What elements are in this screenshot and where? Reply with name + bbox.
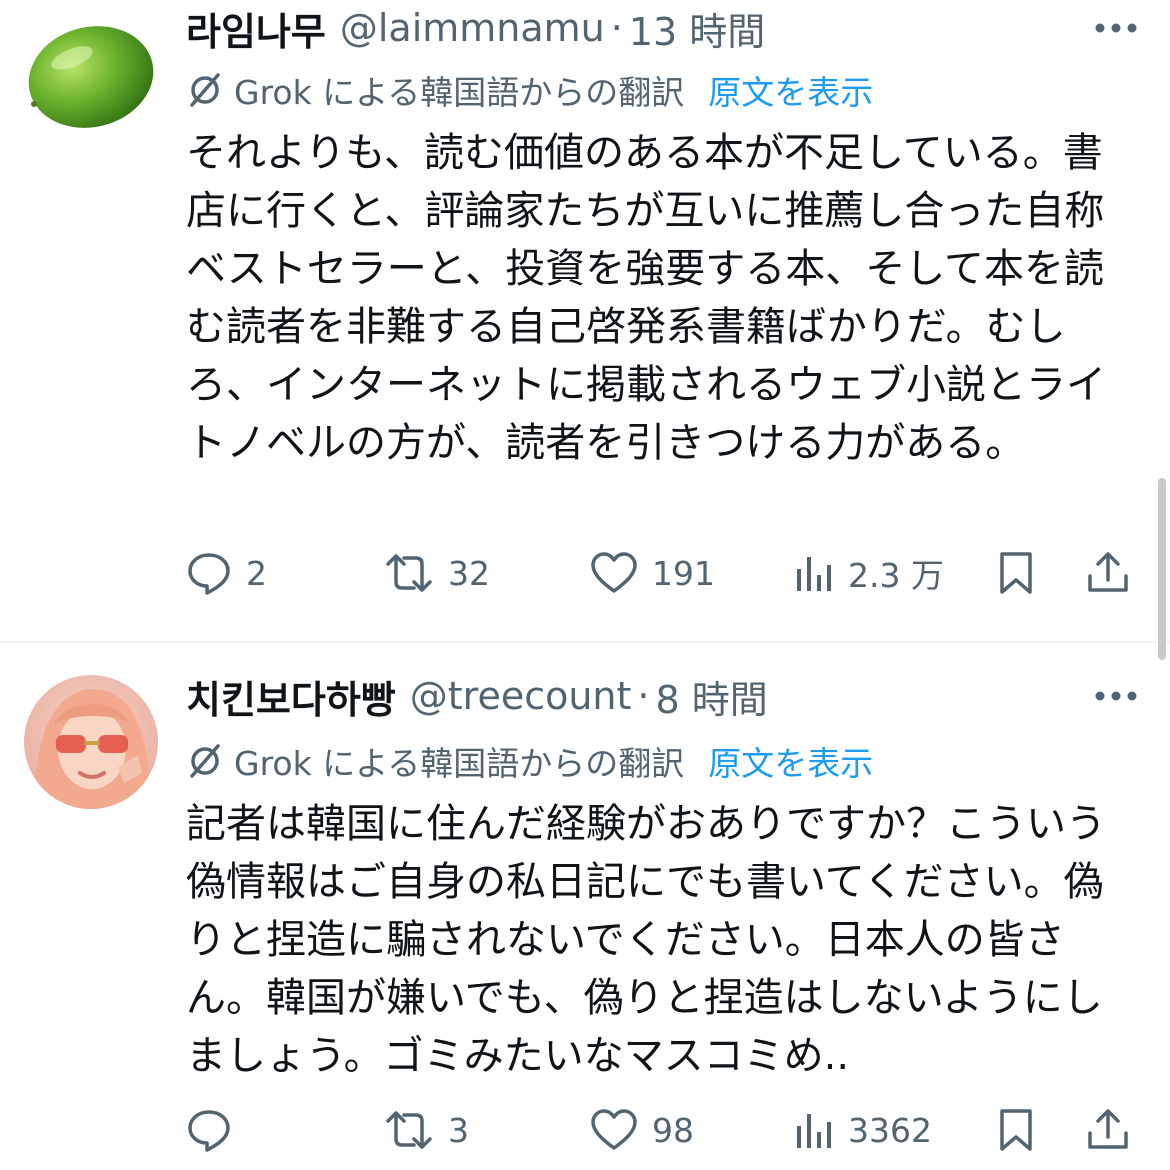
reply-icon (188, 1110, 230, 1152)
timestamp[interactable]: 8 時間 (656, 669, 768, 724)
repost-icon (386, 1111, 432, 1149)
reply-button[interactable]: 2 (186, 543, 267, 603)
display-name[interactable]: 라임나무 (186, 1, 326, 56)
tweet-header: 치킨보다하빵 @treecount · 8 時間 (186, 668, 768, 724)
bookmark-icon (1000, 552, 1032, 594)
show-original-link[interactable]: 原文を表示 (708, 737, 873, 785)
user-handle[interactable]: @treecount (410, 674, 632, 718)
like-button[interactable]: 191 (590, 543, 715, 603)
views-button[interactable]: 2.3 万 (794, 543, 944, 603)
bookmark-button[interactable] (996, 1100, 1036, 1160)
translation-label: Grok による韓国語からの翻訳 (234, 744, 685, 783)
repost-icon (386, 554, 432, 592)
action-bar: 3 98 3362 (186, 1100, 1146, 1160)
scrollbar-thumb[interactable] (1158, 478, 1166, 660)
share-button[interactable] (1086, 1100, 1130, 1160)
more-icon (1095, 23, 1137, 33)
like-count: 98 (652, 1110, 694, 1150)
translate-icon (190, 744, 220, 778)
reply-icon (188, 553, 230, 595)
repost-count: 32 (448, 553, 490, 593)
like-count: 191 (652, 553, 715, 593)
analytics-icon (797, 557, 831, 591)
separator-dot: · (637, 674, 650, 718)
avatar[interactable] (24, 675, 158, 809)
translation-label: Grok による韓国語からの翻訳 (234, 73, 685, 112)
tweet-header: 라임나무 @laimmnamu · 13 時間 (186, 0, 765, 56)
repost-button[interactable]: 3 (384, 1100, 469, 1160)
display-name[interactable]: 치킨보다하빵 (186, 669, 396, 724)
lime-icon (28, 26, 154, 128)
reply-button[interactable] (186, 1100, 246, 1160)
tweet-text: 記者は韓国に住んだ経験がおありですか？こういう偽情報はご自身の私日記にでも書いて… (186, 801, 1106, 1079)
heart-icon (591, 552, 637, 593)
more-options-button[interactable] (1086, 676, 1146, 716)
action-bar: 2 32 191 2.3 万 (186, 543, 1146, 603)
separator-dot: · (610, 6, 623, 50)
bookmark-icon (1000, 1109, 1032, 1151)
view-count: 3362 (848, 1110, 932, 1150)
translation-bar: Grok による韓国語からの翻訳 原文を表示 (186, 65, 873, 115)
translate-icon (190, 73, 220, 107)
views-button[interactable]: 3362 (794, 1100, 932, 1160)
user-handle[interactable]: @laimmnamu (340, 6, 605, 50)
show-original-link[interactable]: 原文を表示 (708, 66, 873, 114)
translation-bar: Grok による韓国語からの翻訳 原文を表示 (186, 736, 873, 786)
share-button[interactable] (1086, 543, 1130, 603)
like-button[interactable]: 98 (590, 1100, 694, 1160)
timestamp[interactable]: 13 時間 (629, 1, 765, 56)
person-avatar-icon (24, 675, 158, 809)
tweet[interactable]: 치킨보다하빵 @treecount · 8 時間 Grok による韓国語からの翻… (0, 643, 1170, 1170)
repost-count: 3 (448, 1110, 469, 1150)
avatar[interactable] (24, 8, 158, 142)
tweet-text: それよりも、読む価値のある本が不足している。書店に行くと、評論家たちが互いに推薦… (186, 130, 1106, 466)
share-icon (1088, 1109, 1128, 1149)
repost-button[interactable]: 32 (384, 543, 490, 603)
more-options-button[interactable] (1086, 8, 1146, 48)
tweet[interactable]: 라임나무 @laimmnamu · 13 時間 Grok による韓国語からの翻訳… (0, 0, 1170, 642)
heart-icon (591, 1109, 637, 1150)
share-icon (1088, 552, 1128, 592)
bookmark-button[interactable] (996, 543, 1036, 603)
more-icon (1095, 691, 1137, 701)
analytics-icon (797, 1114, 831, 1148)
reply-count: 2 (246, 553, 267, 593)
view-count: 2.3 万 (848, 556, 944, 595)
